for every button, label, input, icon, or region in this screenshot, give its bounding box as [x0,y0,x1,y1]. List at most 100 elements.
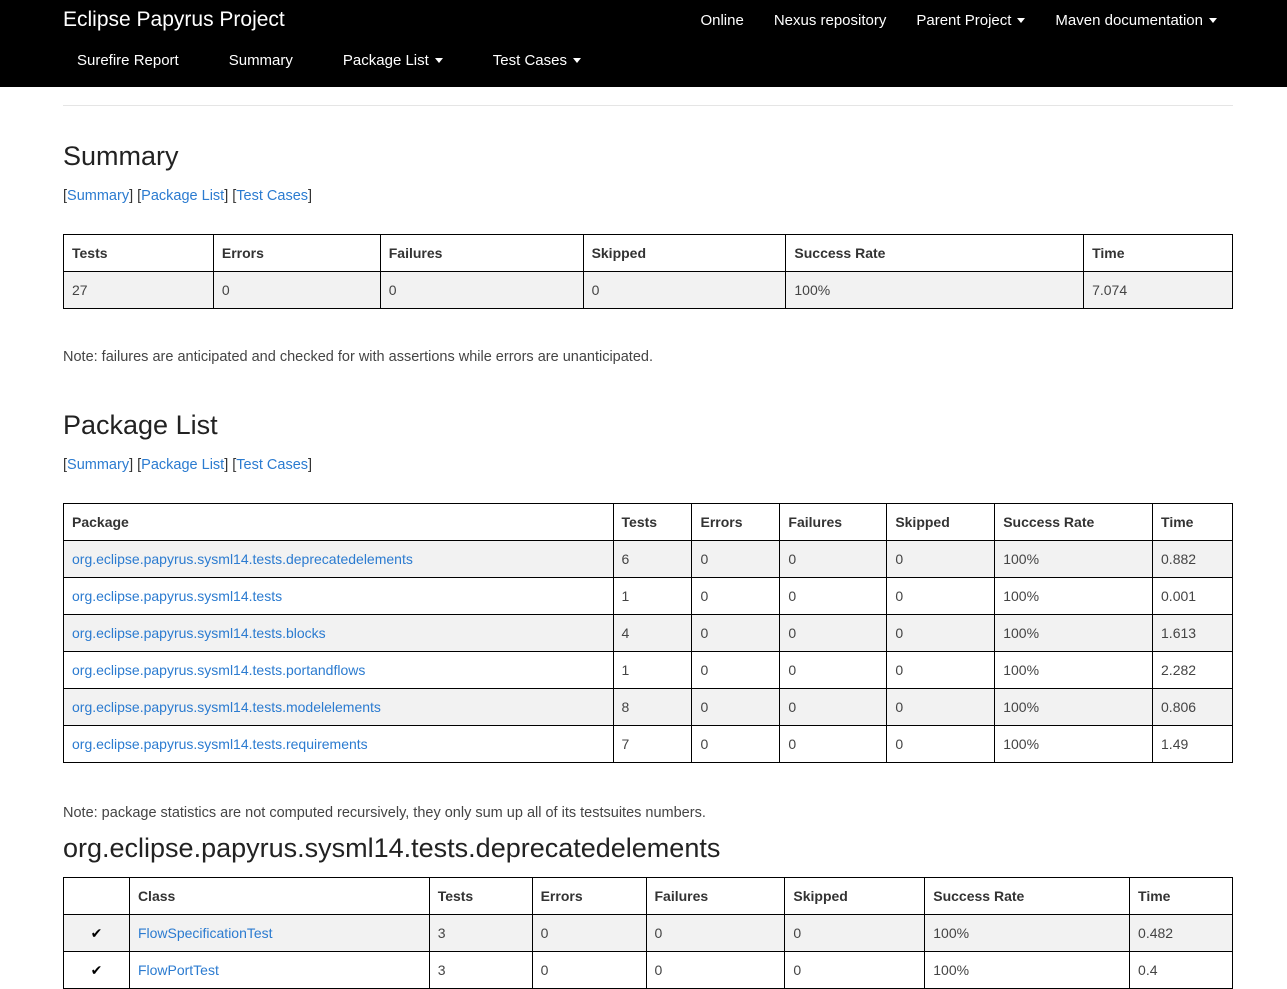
link-package-list[interactable]: Package List [141,457,224,473]
table-cell: 0 [779,614,888,652]
package-link[interactable]: org.eclipse.papyrus.sysml14.tests.portan… [72,662,365,678]
column-header-skipped: Skipped [582,234,787,272]
table-cell: 3 [428,914,533,952]
top-nav: Online Nexus repository Parent Project Mave… [670,12,1217,29]
subnav-item-label: Package List [342,52,429,69]
link-package-list[interactable]: Package List [141,188,224,204]
package-list-table: Package Tests Errors Failures Skipped Success… [63,503,1233,763]
package-cell: org.eclipse.papyrus.sysml14.tests.modele… [63,688,614,726]
package-cell: org.eclipse.papyrus.sysml14.tests.blocks [63,614,614,652]
column-header-errors: Errors [212,234,381,272]
column-header-success-rate: Success Rate [994,503,1154,541]
package-cell: org.eclipse.papyrus.sysml14.tests.deprec… [63,540,614,578]
table-cell: 0 [779,540,888,578]
table-cell: 27 [63,271,214,309]
table-cell: 0.806 [1152,688,1233,726]
table-cell: 0.482 [1129,914,1233,952]
table-cell: 2.282 [1152,651,1233,689]
table-row: 27 0 0 0 100% 7.074 [63,271,1233,309]
subnav-item-summary[interactable]: Summary [229,52,293,69]
topnav-item-nexus-repository[interactable]: Nexus repository [774,12,887,29]
subnav-item-test-cases[interactable]: Test Cases [493,52,581,69]
status-cell: ✔ [63,951,130,989]
column-header-failures: Failures [645,877,786,915]
column-header-success-rate: Success Rate [924,877,1131,915]
column-header-errors: Errors [691,503,781,541]
topnav-item-online[interactable]: Online [700,12,743,29]
table-cell: 0 [784,951,926,989]
table-row: org.eclipse.papyrus.sysml14.tests.requir… [63,725,1233,763]
sub-nav: Surefire Report Summary Package List Test C… [77,52,631,69]
link-summary[interactable]: Summary [67,457,129,473]
column-header-status [63,877,130,915]
package-cell: org.eclipse.papyrus.sysml14.tests [63,577,614,615]
topnav-item-parent-project[interactable]: Parent Project [916,12,1026,29]
table-cell: 100% [994,540,1154,578]
table-cell: 0 [691,577,781,615]
package-link[interactable]: org.eclipse.papyrus.sysml14.tests.requir… [72,736,368,752]
brand-title[interactable]: Eclipse Papyrus Project [63,8,285,32]
caret-down-icon [573,58,581,63]
table-cell: 0 [691,725,781,763]
topnav-item-maven-documentation[interactable]: Maven documentation [1055,12,1217,29]
check-icon: ✔ [90,961,103,978]
table-row: ✔ FlowSpecificationTest 3 0 0 0 100% 0.482 [63,914,1233,952]
table-cell: 0 [779,688,888,726]
package-cell: org.eclipse.papyrus.sysml14.tests.requir… [63,725,614,763]
table-cell: 0.001 [1152,577,1233,615]
column-header-time: Time [1129,877,1233,915]
table-cell: 0 [886,651,996,689]
column-header-errors: Errors [531,877,647,915]
table-cell: 6 [612,540,693,578]
class-cell: FlowPortTest [128,951,430,989]
link-test-cases[interactable]: Test Cases [236,457,308,473]
table-cell: 1.49 [1152,725,1233,763]
divider [63,105,1233,106]
topnav-item-label: Parent Project [916,12,1012,29]
table-cell: 0 [691,614,781,652]
column-header-time: Time [1083,234,1233,272]
package-link[interactable]: org.eclipse.papyrus.sysml14.tests [72,588,282,604]
link-test-cases[interactable]: Test Cases [236,188,308,204]
subnav-item-label: Test Cases [492,52,567,69]
summary-section-links: [Summary] [Package List] [Test Cases] [63,188,313,204]
column-header-tests: Tests [63,234,214,272]
column-header-failures: Failures [379,234,584,272]
table-cell: 100% [994,614,1154,652]
column-header-tests: Tests [612,503,693,541]
class-link[interactable]: FlowPortTest [138,962,219,978]
subnav-item-label: Surefire Report [77,52,179,69]
table-cell: 0 [779,651,888,689]
table-cell: 0 [779,725,888,763]
table-row: org.eclipse.papyrus.sysml14.tests 1 0 0 0 100… [63,577,1233,615]
table-cell: 0 [779,577,888,615]
table-cell: 0 [691,540,781,578]
column-header-time: Time [1152,503,1233,541]
table-cell: 8 [612,688,693,726]
subnav-item-package-list[interactable]: Package List [343,52,443,69]
main-content: Summary [Summary] [Package List] [Test C… [63,87,1233,989]
package-link[interactable]: org.eclipse.papyrus.sysml14.tests.blocks [72,625,326,641]
table-cell: 0 [691,688,781,726]
table-cell: 7 [612,725,693,763]
caret-down-icon [1017,18,1026,23]
package-cell: org.eclipse.papyrus.sysml14.tests.portan… [63,651,614,689]
table-cell: 0 [886,540,996,578]
package-link[interactable]: org.eclipse.papyrus.sysml14.tests.deprec… [72,551,413,567]
class-cell: FlowSpecificationTest [128,914,430,952]
package-section-links: [Summary] [Package List] [Test Cases] [63,457,313,473]
table-cell: 7.074 [1083,271,1233,309]
class-link[interactable]: FlowSpecificationTest [138,925,273,941]
table-cell: 0 [886,725,996,763]
link-summary[interactable]: Summary [67,188,129,204]
table-row: org.eclipse.papyrus.sysml14.tests.blocks… [63,614,1233,652]
top-navbar: Eclipse Papyrus Project Online Nexus repo… [0,0,1287,87]
table-row: org.eclipse.papyrus.sysml14.tests.portan… [63,651,1233,689]
table-row: ✔ FlowPortTest 3 0 0 0 100% 0.4 [63,951,1233,989]
package-link[interactable]: org.eclipse.papyrus.sysml14.tests.modele… [72,699,381,715]
table-cell: 1 [612,651,693,689]
table-row: org.eclipse.papyrus.sysml14.tests.deprec… [63,540,1233,578]
subnav-item-surefire-report[interactable]: Surefire Report [77,52,179,69]
column-header-tests: Tests [428,877,533,915]
table-cell: 100% [994,725,1154,763]
